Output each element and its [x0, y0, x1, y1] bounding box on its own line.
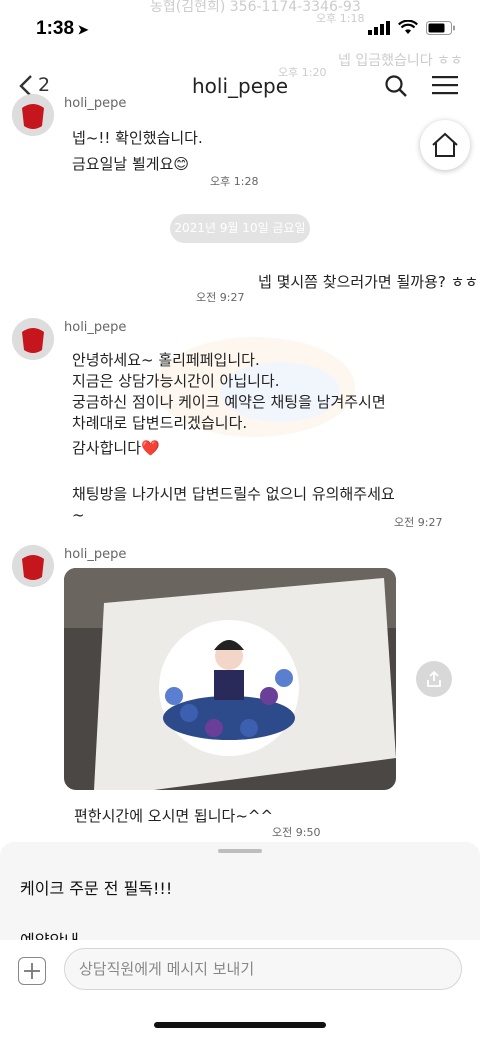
message-line: ~	[72, 506, 85, 524]
message-input[interactable]	[64, 948, 462, 990]
message-line: 넵~!! 확인했습니다.	[72, 129, 203, 147]
ghost-time-1: 오후 1:18	[316, 12, 365, 25]
avatar[interactable]	[12, 545, 54, 587]
share-button[interactable]	[416, 661, 452, 697]
cake-avatar-icon	[12, 545, 54, 587]
cake-avatar-icon	[12, 94, 54, 136]
status-time-label: 1:38	[36, 18, 75, 39]
sender-name: holi_pepe	[64, 320, 127, 335]
sender-name: holi_pepe	[64, 96, 127, 111]
cake-photo[interactable]	[64, 568, 396, 790]
panel-drag-handle[interactable]	[218, 849, 262, 853]
cake-image	[64, 568, 396, 790]
message-line: 채팅방을 나가시면 답변드릴수 없으니 유의해주세요	[72, 485, 395, 503]
ghost-prev-message: 넵 입금했습니다 ㅎㅎ	[338, 53, 463, 69]
message-text[interactable]: 넵~!! 확인했습니다. 금요일날 뵐게요😊	[72, 128, 203, 175]
message-line: 안녕하세요~ 홀리페페입니다.	[72, 351, 260, 369]
message-time: 오전 9:27	[394, 516, 443, 529]
notice-title[interactable]: 케이크 주문 전 필독!!!	[20, 875, 172, 899]
message-line: 금요일날 뵐게요😊	[72, 155, 190, 173]
search-icon[interactable]	[384, 74, 408, 98]
status-time: 1:38 ➤	[36, 18, 89, 40]
home-indicator	[154, 1022, 326, 1028]
message-text[interactable]: 안녕하세요~ 홀리페페입니다. 지금은 상담가능시간이 아닙니다. 궁금하신 점…	[72, 350, 395, 526]
plus-icon	[24, 963, 40, 979]
attach-button[interactable]	[18, 957, 46, 985]
message-line: 지금은 상담가능시간이 아닙니다.	[72, 372, 280, 390]
menu-icon[interactable]	[432, 75, 458, 95]
avatar[interactable]	[12, 94, 54, 136]
wifi-icon	[398, 20, 418, 34]
cake-avatar-icon	[12, 318, 54, 360]
share-icon	[427, 670, 441, 687]
message-line: 궁금하신 점이나 케이크 예약은 채팅을 남겨주시면	[72, 393, 386, 411]
signal-icon	[368, 20, 390, 35]
message-time: 오전 9:50	[272, 826, 321, 839]
home-button[interactable]	[420, 120, 470, 170]
home-icon	[432, 132, 458, 157]
my-message-text[interactable]: 넵 몇시쯤 찾으러가면 될까용? ㅎㅎ	[258, 272, 478, 293]
chat-title: holi_pepe	[191, 74, 289, 98]
message-line	[72, 459, 395, 480]
message-line: 차례대로 답변드리겠습니다.	[72, 414, 248, 432]
message-time: 오후 1:28	[210, 175, 259, 188]
message-text[interactable]: 편한시간에 오시면 됩니다~^^	[74, 806, 273, 827]
message-line: 감사합니다❤️	[72, 439, 160, 457]
date-separator: 2021년 9월 10일 금요일	[170, 214, 310, 243]
location-arrow-icon: ➤	[74, 22, 89, 37]
avatar[interactable]	[12, 318, 54, 360]
message-time: 오전 9:27	[196, 291, 245, 304]
status-icons	[368, 20, 456, 35]
sender-name: holi_pepe	[64, 547, 127, 562]
battery-icon	[426, 20, 455, 35]
